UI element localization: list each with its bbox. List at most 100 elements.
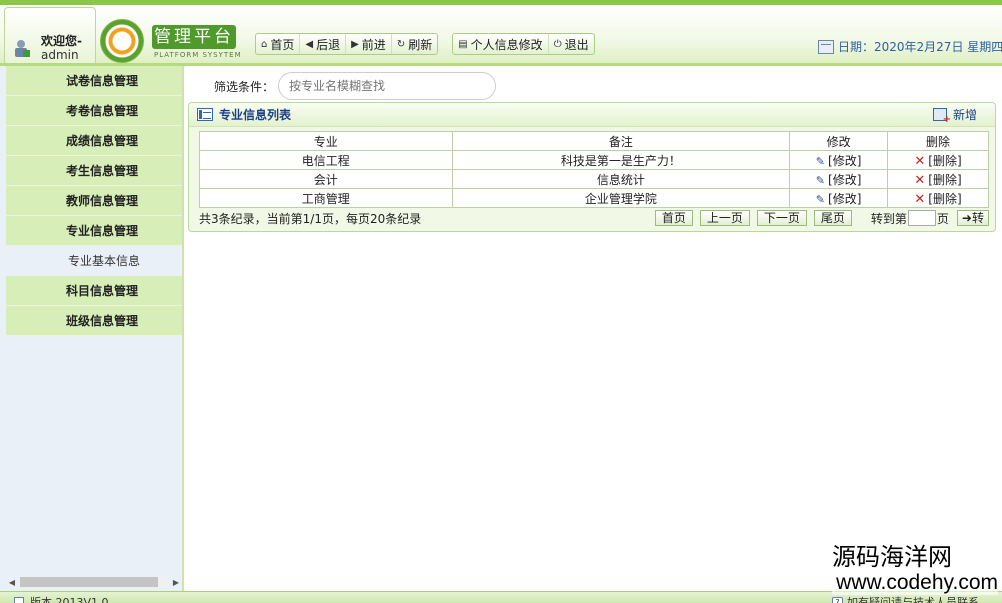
sidebar-item-students[interactable]: 考生信息管理 (6, 156, 182, 186)
watermark-cn: 源码海洋网 (832, 543, 952, 571)
sidebar-item-classes[interactable]: 班级信息管理 (6, 306, 182, 336)
delete-x-icon: ✕ (914, 153, 926, 169)
sidebar-item-scores[interactable]: 成绩信息管理 (6, 126, 182, 156)
header: 欢迎您- admin 管理平台 PLATFORM SYSYTEM ⌂ 首页 ◀ 后退… (0, 0, 1002, 66)
goto-suffix: 页 (936, 211, 949, 226)
table-row: 工商管理 企业管理学院 ✎ [修改] ✕ [删除] (199, 188, 989, 208)
toolbar: ⌂ 首页 ◀ 后退 ▶ 前进 ↻ 刷新 ▤ 个人信息修改 ⏻ 退出 (255, 33, 595, 55)
cell-major: 会计 (199, 169, 453, 189)
sidebar-scrollbar[interactable]: ◀ ▶ (6, 575, 182, 589)
header-major: 专业 (199, 131, 453, 151)
power-icon: ⏻ (553, 38, 562, 50)
scroll-right-icon[interactable]: ▶ (170, 578, 182, 587)
username: admin (41, 48, 79, 62)
search-input[interactable] (278, 72, 497, 100)
cell-note: 企业管理学院 (451, 188, 791, 208)
footer-help: ? 如有疑问请与技术人员联系 (832, 594, 979, 603)
sidebar-item-exam-paper[interactable]: 试卷信息管理 (6, 66, 182, 96)
table-row: 电信工程 科技是第一是生产力！ ✎ [修改] ✕ [删除] (199, 150, 989, 170)
header-delete: 删除 (887, 131, 989, 151)
sidebar-item-label: 成绩信息管理 (66, 134, 139, 148)
account-group: ▤ 个人信息修改 ⏻ 退出 (452, 33, 595, 55)
sidebar: 试卷信息管理 考卷信息管理 成绩信息管理 考生信息管理 教师信息管理 专业信息管… (0, 66, 184, 591)
watermark: 源码海洋网 www.codehy.com (832, 543, 998, 595)
delete-link[interactable]: ✕ [删除] (914, 192, 961, 207)
logout-label: 退出 (564, 37, 589, 52)
sidebar-item-majors[interactable]: 专业信息管理 (6, 216, 182, 246)
refresh-icon: ↻ (396, 38, 406, 50)
pager-buttons: 首页 上一页 下一页 尾页 转到第 页 ➜转 (654, 210, 989, 227)
home-icon: ⌂ (261, 38, 268, 50)
delete-label: [删除] (928, 153, 962, 168)
prev-page-button[interactable]: 上一页 (699, 210, 750, 226)
footer-version: 版本 2013V1.0 (14, 594, 109, 603)
major-list-panel: 专业信息列表 新增 专业 备注 修改 删除 电信工程 科技是第一是生产力！ ✎[ (188, 102, 996, 232)
cell-edit: ✎ [修改] (789, 169, 889, 189)
back-button[interactable]: ◀ 后退 (300, 34, 347, 54)
date-text: 日期：2020年2月27日 星期四 (838, 40, 1002, 54)
delete-label: [删除] (928, 172, 962, 187)
back-label: 后退 (316, 37, 341, 52)
panel-header: 专业信息列表 新增 (189, 103, 995, 127)
edit-label: [修改] (828, 153, 862, 168)
logout-button[interactable]: ⏻ 退出 (549, 34, 594, 54)
refresh-label: 刷新 (408, 37, 433, 52)
sidebar-item-test-sheet[interactable]: 考卷信息管理 (6, 96, 182, 126)
filter-row: 筛选条件： (214, 72, 497, 100)
nav-group: ⌂ 首页 ◀ 后退 ▶ 前进 ↻ 刷新 (255, 33, 439, 55)
edit-link[interactable]: ✎ [修改] (816, 192, 862, 206)
watermark-url: www.codehy.com (836, 571, 998, 594)
pencil-icon: ✎ (815, 173, 826, 187)
delete-link[interactable]: ✕ [删除] (914, 172, 962, 188)
next-page-button[interactable]: 下一页 (756, 210, 807, 226)
sidebar-item-label: 教师信息管理 (66, 194, 139, 208)
edit-label: [修改] (828, 172, 862, 187)
edit-link[interactable]: ✎ [修改] (816, 154, 862, 168)
profile-button[interactable]: ▤ 个人信息修改 (453, 34, 549, 54)
forward-button[interactable]: ▶ 前进 (346, 34, 392, 54)
pager: 共3条纪录，当前第1/1页，每页20条纪录 首页 上一页 下一页 尾页 转到第 … (199, 209, 989, 227)
user-icon (15, 40, 30, 57)
home-button[interactable]: ⌂ 首页 (256, 34, 301, 54)
refresh-button[interactable]: ↻ 刷新 (392, 34, 437, 54)
cell-delete: ✕ [删除] (887, 150, 989, 170)
major-table: 专业 备注 修改 删除 电信工程 科技是第一是生产力！ ✎ [修改] ✕ [删除] … (199, 131, 989, 208)
first-page-button[interactable]: 首页 (654, 210, 693, 226)
table-row: 会计 信息统计 ✎ [修改] ✕ [删除] (199, 169, 989, 189)
add-label: 新增 (952, 108, 977, 122)
help-text: 如有疑问请与技术人员联系 (847, 596, 979, 603)
cell-edit: ✎ [修改] (789, 188, 889, 208)
sidebar-item-label: 科目信息管理 (66, 284, 139, 298)
delete-link[interactable]: ✕ [删除] (914, 153, 962, 169)
cell-delete: ✕ [删除] (887, 169, 989, 189)
goto-page-input[interactable] (907, 210, 936, 226)
document-icon (14, 596, 24, 603)
sidebar-item-subjects[interactable]: 科目信息管理 (6, 276, 182, 306)
pencil-icon: ✎ (815, 192, 826, 206)
cell-note: 信息统计 (451, 169, 791, 189)
pager-info: 共3条纪录，当前第1/1页，每页20条纪录 (199, 211, 422, 226)
add-button[interactable]: 新增 (932, 106, 977, 125)
last-page-button[interactable]: 尾页 (813, 210, 852, 226)
sidebar-item-label: 专业信息管理 (66, 224, 139, 238)
cell-delete: ✕ [删除] (887, 188, 989, 208)
header-note: 备注 (451, 131, 791, 151)
header-edit: 修改 (789, 131, 889, 151)
sidebar-item-label: 专业基本信息 (68, 254, 141, 268)
cell-major: 工商管理 (199, 188, 453, 208)
edit-link[interactable]: ✎ [修改] (816, 173, 862, 187)
logo-title: 管理平台 (152, 25, 236, 49)
panel-title: 专业信息列表 (219, 108, 292, 122)
list-icon (197, 108, 213, 121)
scroll-track[interactable] (18, 577, 170, 587)
sidebar-item-teachers[interactable]: 教师信息管理 (6, 186, 182, 216)
arrow-right-icon: ➜ (961, 211, 972, 225)
goto-label: 转 (971, 211, 984, 225)
scroll-thumb[interactable] (20, 577, 158, 587)
filter-label: 筛选条件： (214, 79, 275, 94)
sidebar-subitem-major-basic[interactable]: 专业基本信息 (6, 246, 182, 276)
scroll-left-icon[interactable]: ◀ (6, 578, 18, 587)
table-header-row: 专业 备注 修改 删除 (199, 131, 989, 151)
goto-button[interactable]: ➜转 (956, 210, 989, 226)
sidebar-item-label: 班级信息管理 (66, 314, 139, 328)
